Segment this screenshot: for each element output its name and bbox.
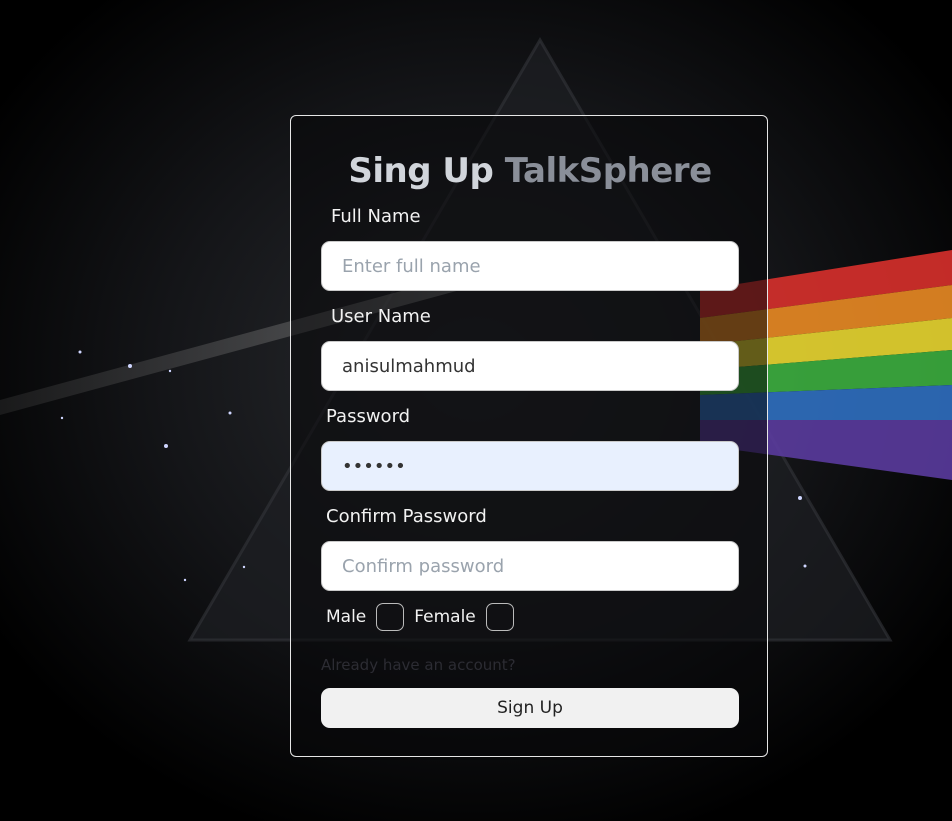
- full-name-input[interactable]: [321, 241, 739, 291]
- gender-selector: Male Female: [326, 602, 524, 632]
- male-label: Male: [326, 607, 367, 627]
- confirm-password-input[interactable]: [321, 541, 739, 591]
- full-name-label: Full Name: [331, 206, 421, 227]
- female-label: Female: [414, 607, 476, 627]
- female-checkbox[interactable]: [485, 603, 514, 631]
- user-name-label: User Name: [331, 306, 431, 327]
- page-title: Sing Up TalkSphere: [291, 148, 769, 194]
- title-main: Sing Up: [348, 151, 494, 191]
- male-checkbox[interactable]: [376, 603, 405, 631]
- confirm-password-label: Confirm Password: [326, 506, 487, 527]
- user-name-input[interactable]: [321, 341, 739, 391]
- signup-card: Sing Up TalkSphere Full Name User Name P…: [290, 115, 768, 757]
- title-brand: TalkSphere: [504, 151, 712, 191]
- password-input[interactable]: [321, 441, 739, 491]
- login-link[interactable]: Already have an account?: [321, 656, 516, 674]
- sign-up-button[interactable]: Sign Up: [321, 688, 739, 728]
- password-label: Password: [326, 406, 411, 427]
